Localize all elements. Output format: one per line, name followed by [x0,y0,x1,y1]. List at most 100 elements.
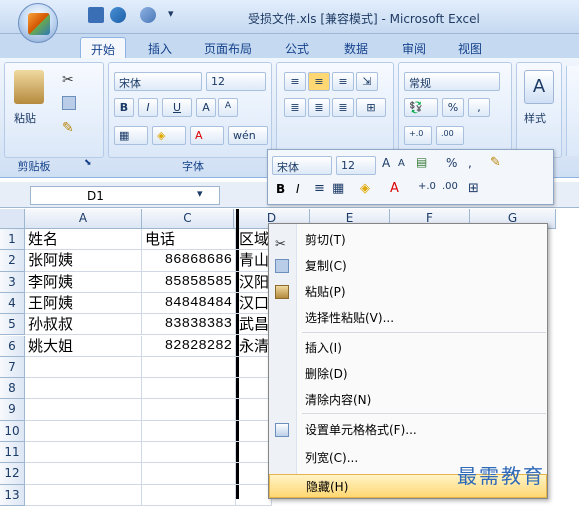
mini-currency-icon[interactable]: ▤ [416,155,427,169]
mini-percent-button[interactable]: % [446,156,457,170]
cell-area[interactable] [236,378,272,400]
cell-area[interactable]: 永清 [236,335,272,357]
number-format-dropdown[interactable]: 常规 [404,72,500,91]
mini-decrease-decimal-icon[interactable]: .00 [442,181,458,192]
phonetic-button[interactable]: wén [228,126,268,145]
cell-area[interactable]: 汉口 [236,292,272,315]
tab-home[interactable]: 开始 [80,37,127,58]
cell-name[interactable]: 姓名 [25,229,142,251]
cell-area[interactable]: 青山 [236,250,272,272]
mini-border-icon[interactable]: ▦ [332,181,344,196]
context-menu-item[interactable]: 粘贴(P) [269,280,547,304]
row-header[interactable]: 5 [0,314,25,336]
format-painter-icon[interactable]: ✎ [62,120,74,136]
cell-phone[interactable] [142,442,236,464]
cell-phone[interactable]: 82828282 [142,335,236,357]
cell-name[interactable] [25,484,142,506]
row-header[interactable]: 8 [0,378,25,400]
row-header[interactable]: 2 [0,250,25,272]
context-menu-item[interactable]: 删除(D) [269,362,547,386]
align-right-button[interactable]: ≣ [332,98,354,117]
cell-phone[interactable]: 84848484 [142,292,236,315]
mini-increase-decimal-icon[interactable]: +.0 [418,181,436,192]
cell-name[interactable] [25,378,142,400]
wrap-text-button[interactable]: ⇲ [356,72,378,91]
office-button[interactable] [18,3,58,43]
mini-shrink-font-icon[interactable]: A [398,158,405,169]
align-center-button[interactable]: ≣ [308,98,330,117]
row-header[interactable]: 4 [0,292,25,315]
shrink-font-button[interactable]: A [218,98,238,117]
cell-phone[interactable] [142,420,236,442]
context-menu-item[interactable]: 清除内容(N) [269,388,547,412]
context-menu-item[interactable]: 选择性粘贴(V)... [269,306,547,330]
underline-button[interactable]: U [162,98,192,117]
mini-merge-icon[interactable]: ⊞ [468,181,479,196]
paste-button[interactable]: 粘贴 [14,110,36,126]
cell-phone[interactable] [142,356,236,379]
cell-name[interactable] [25,356,142,379]
font-color-button[interactable]: A [190,126,224,145]
align-top-button[interactable]: ≡ [284,72,306,91]
cell-name[interactable]: 张阿姨 [25,250,142,272]
increase-decimal-button[interactable]: +.0 [404,126,432,145]
font-size-dropdown[interactable]: 12 [206,72,266,91]
tab-formulas[interactable]: 公式 [275,37,319,58]
mini-comma-button[interactable]: , [468,156,472,170]
mini-size-dropdown[interactable]: 12 [336,156,376,175]
context-menu-item[interactable]: 复制(C) [269,254,547,278]
percent-button[interactable]: % [442,98,464,117]
tab-data[interactable]: 数据 [334,37,378,58]
cell-phone[interactable] [142,484,236,506]
cell-area[interactable] [236,399,272,421]
context-menu-item[interactable]: 插入(I) [269,336,547,360]
mini-font-color-icon[interactable]: A [390,181,399,196]
context-menu-item[interactable]: ✂ 剪切(T) [269,228,547,252]
row-header[interactable]: 9 [0,399,25,421]
save-icon[interactable] [88,7,104,23]
bold-button[interactable]: B [114,98,134,117]
row-header[interactable]: 3 [0,271,25,293]
mini-align-center-icon[interactable]: ≡ [314,181,325,196]
context-menu-item[interactable]: 设置单元格格式(F)... [269,418,547,442]
cell-area[interactable]: 武昌 [236,314,272,336]
row-header[interactable]: 12 [0,463,25,485]
mini-italic-button[interactable]: I [296,182,300,196]
tab-review[interactable]: 审阅 [392,37,436,58]
clipboard-launcher-icon[interactable]: ⬊ [84,158,92,168]
cell-name[interactable]: 孙叔叔 [25,314,142,336]
cell-phone[interactable] [142,463,236,485]
merge-center-button[interactable]: ⊞ [356,98,386,117]
qat-dropdown-icon[interactable]: ▾ [168,7,178,23]
font-name-dropdown[interactable]: 宋体 [114,72,202,91]
cell-phone[interactable]: 85858585 [142,271,236,293]
cell-name[interactable] [25,420,142,442]
cell-phone[interactable]: 83838383 [142,314,236,336]
cut-icon[interactable]: ✂ [62,72,74,88]
cell-name[interactable] [25,463,142,485]
tab-view[interactable]: 视图 [448,37,492,58]
decrease-decimal-button[interactable]: .00 [436,126,464,145]
column-header-a[interactable]: A [25,209,142,229]
border-button[interactable]: ▦ [114,126,148,145]
column-header-c[interactable]: C [142,209,234,229]
row-header[interactable]: 11 [0,442,25,464]
cell-phone[interactable] [142,399,236,421]
fill-color-button[interactable]: ◈ [152,126,186,145]
styles-button[interactable]: 样式 [524,110,546,126]
grow-font-button[interactable]: A [196,98,216,117]
copy-icon[interactable] [62,96,76,110]
align-middle-button[interactable]: ≡ [308,72,330,91]
comma-button[interactable]: , [468,98,490,117]
mini-bold-button[interactable]: B [276,182,285,196]
paste-big-icon[interactable] [14,70,44,104]
cell-phone[interactable]: 电话 [142,229,236,251]
cell-name[interactable]: 姚大姐 [25,335,142,357]
styles-icon[interactable]: A [524,70,554,104]
row-header[interactable]: 13 [0,484,25,506]
cell-area[interactable] [236,442,272,464]
tab-page-layout[interactable]: 页面布局 [194,37,262,58]
mini-font-dropdown[interactable]: 宋体 [272,156,332,175]
cell-area[interactable]: 汉阳 [236,271,272,293]
cell-name[interactable]: 王阿姨 [25,292,142,315]
